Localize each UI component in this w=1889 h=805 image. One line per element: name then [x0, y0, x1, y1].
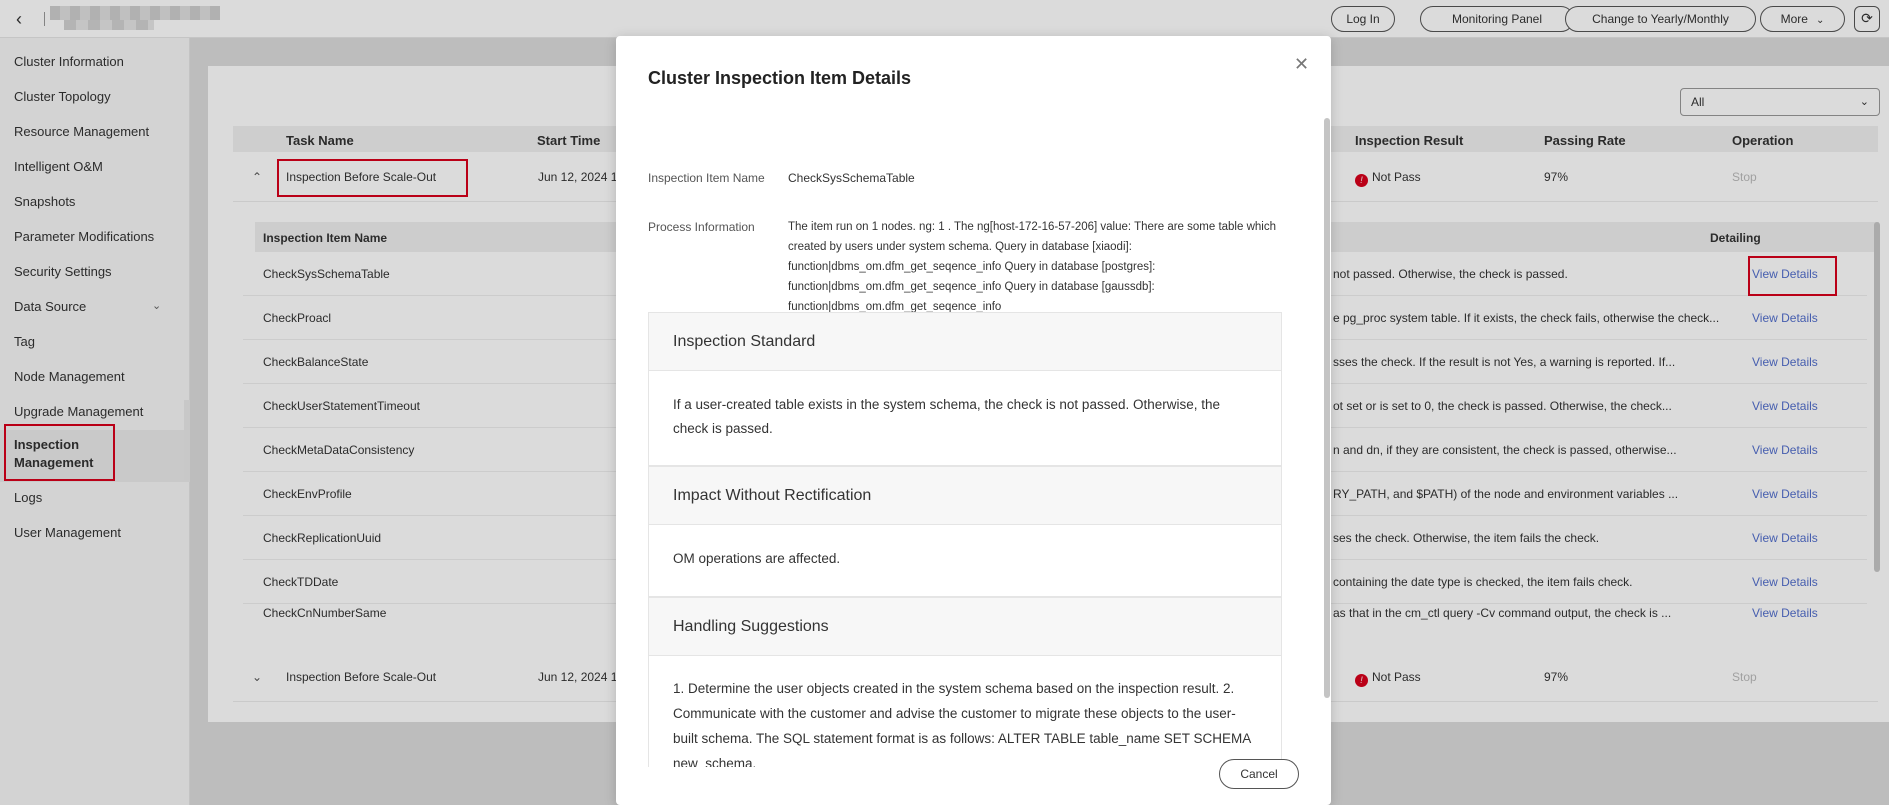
section-body: 1. Determine the user objects created in…: [673, 681, 1251, 767]
section-title: Inspection Standard: [649, 313, 1281, 371]
item-name-value: CheckSysSchemaTable: [788, 171, 915, 185]
impact-section: Impact Without Rectification OM operatio…: [648, 466, 1282, 597]
section-body: OM operations are affected.: [673, 551, 841, 566]
dialog-title: Cluster Inspection Item Details: [648, 68, 912, 88]
dialog-scrollbar[interactable]: [1324, 118, 1330, 698]
inspection-standard-section: Inspection Standard If a user-created ta…: [648, 312, 1282, 466]
section-title: Handling Suggestions: [649, 598, 1281, 656]
process-info-value: The item run on 1 nodes. ng: 1 . The ng[…: [788, 221, 1276, 313]
dialog-body: Inspection Item Name CheckSysSchemaTable…: [648, 121, 1298, 767]
inspection-details-dialog: Cluster Inspection Item Details ✕ Inspec…: [616, 36, 1331, 805]
process-info-label: Process Information: [648, 220, 755, 234]
cancel-button[interactable]: Cancel: [1219, 759, 1299, 789]
item-name-label: Inspection Item Name: [648, 171, 765, 185]
section-title: Impact Without Rectification: [649, 467, 1281, 525]
section-body: If a user-created table exists in the sy…: [673, 397, 1221, 436]
close-icon[interactable]: ✕: [1294, 54, 1309, 75]
handling-suggestions-section: Handling Suggestions 1. Determine the us…: [648, 597, 1282, 767]
